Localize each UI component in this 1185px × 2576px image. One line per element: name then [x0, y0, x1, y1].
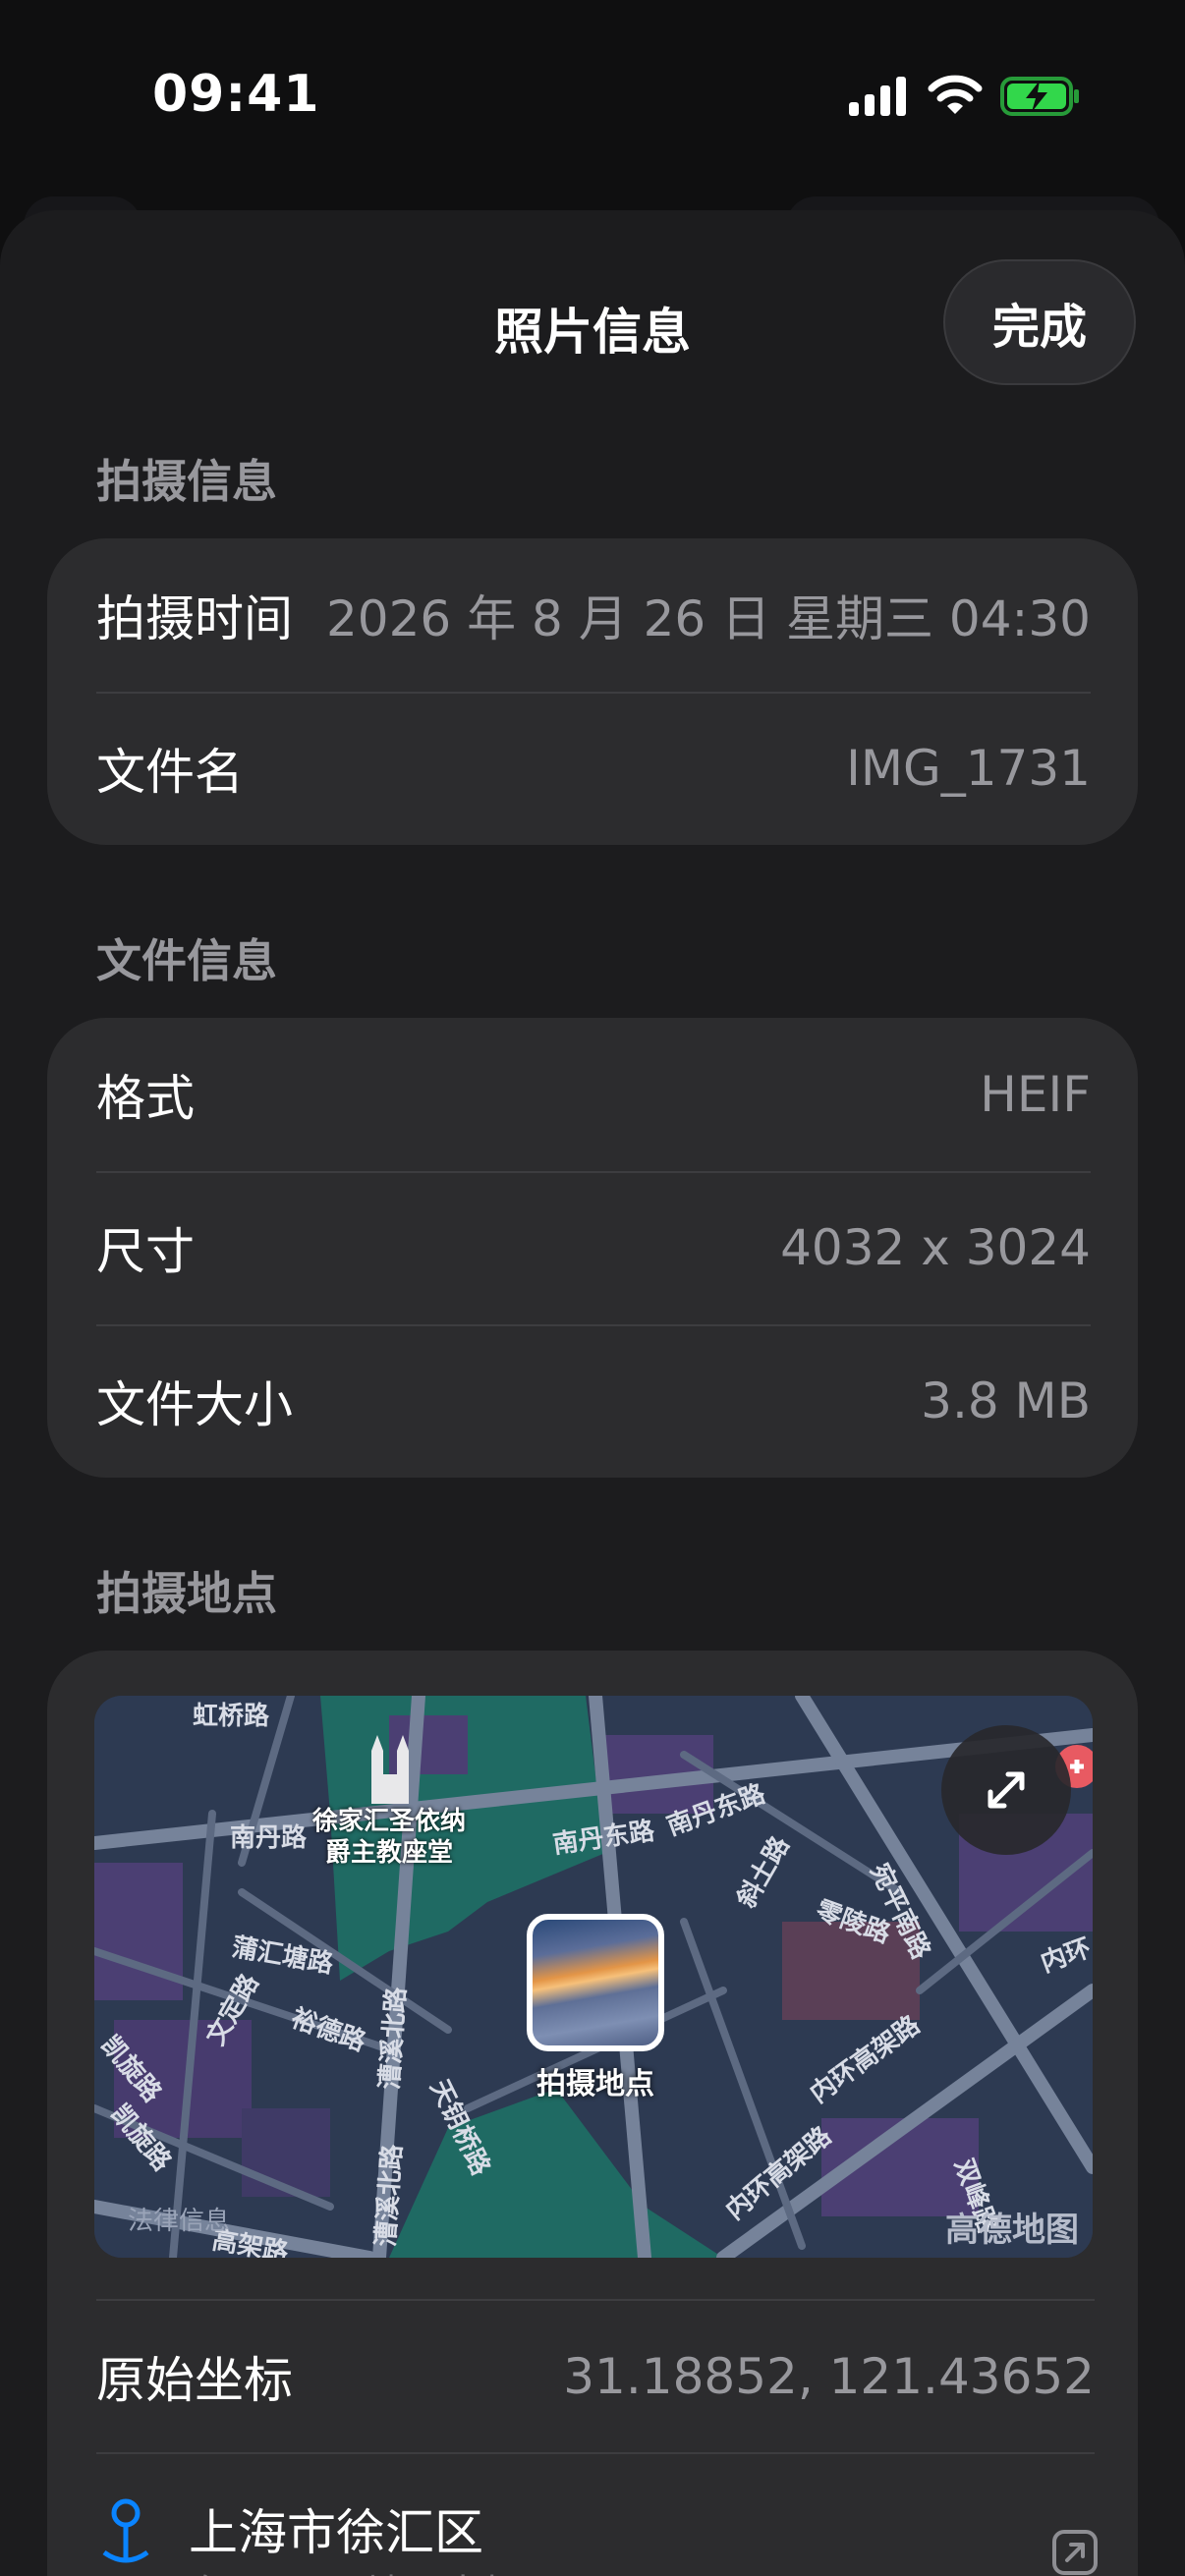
section-header-capture: 拍摄信息 [96, 455, 277, 508]
photo-location-pin[interactable] [527, 1914, 664, 2051]
row-value: 31.18852, 121.43652 [563, 2348, 1095, 2405]
cellular-signal-icon [849, 77, 906, 116]
landmark-label: 徐家汇圣依纳 爵主教座堂 [311, 1807, 466, 1868]
expand-map-button[interactable] [941, 1725, 1071, 1855]
status-bar: 09:41 [0, 0, 1185, 187]
legal-link[interactable]: 法律信息 [128, 2201, 230, 2237]
location-map[interactable]: 虹桥路 南丹路 南丹东路 南丹东路 宛平南路 蒲汇塘路 文定路 裕德路 漕溪北路… [94, 1696, 1093, 2258]
street-label: 虹桥路 [193, 1702, 270, 1731]
wifi-icon [928, 75, 983, 114]
coordinates-row: 原始坐标 31.18852, 121.43652 [96, 2299, 1095, 2452]
section-header-file: 文件信息 [96, 934, 277, 987]
street-label: 漕溪北路 [374, 1986, 413, 2091]
file-name-row: 文件名 IMG_1731 [47, 692, 1138, 845]
capture-info-card: 拍摄时间 2026 年 8 月 26 日 星期三 04:30 文件名 IMG_1… [47, 538, 1138, 845]
screen: 09:41 照片信息 完成 拍摄信息 拍摄时间 2026 年 8 月 26 日 … [0, 0, 1185, 2576]
street-label: 南丹路 [230, 1823, 308, 1853]
dimensions-row: 尺寸 4032 x 3024 [47, 1171, 1138, 1324]
street-label: 漕溪北路 [370, 2143, 409, 2248]
row-label: 格式 [96, 1070, 195, 1127]
location-pin-icon [102, 2498, 149, 2563]
section-header-location: 拍摄地点 [96, 1567, 277, 1620]
row-label: 原始坐标 [96, 2352, 293, 2409]
row-value: HEIF [980, 1066, 1091, 1123]
map-provider-logo: 高德地图 [945, 2211, 1079, 2250]
expand-icon [988, 1771, 1025, 1809]
place-subtitle: 在 Apple 地图中打开 [189, 2562, 561, 2576]
location-card: 虹桥路 南丹路 南丹东路 南丹东路 宛平南路 蒲汇塘路 文定路 裕德路 漕溪北路… [47, 1651, 1138, 2576]
pin-label: 拍摄地点 [536, 2067, 654, 2101]
file-info-card: 格式 HEIF 尺寸 4032 x 3024 文件大小 3.8 MB [47, 1018, 1138, 1478]
row-label: 尺寸 [96, 1223, 195, 1280]
file-size-row: 文件大小 3.8 MB [47, 1324, 1138, 1478]
status-time: 09:41 [152, 65, 320, 124]
row-value: IMG_1731 [846, 740, 1091, 797]
capture-time-row: 拍摄时间 2026 年 8 月 26 日 星期三 04:30 [47, 538, 1138, 692]
row-label: 文件大小 [96, 1376, 293, 1433]
row-label: 文件名 [96, 744, 244, 801]
row-value: 3.8 MB [921, 1372, 1091, 1429]
external-link-icon [1052, 2530, 1098, 2575]
row-label: 拍摄时间 [96, 590, 293, 647]
battery-charging-icon [1000, 77, 1079, 116]
row-value: 2026 年 8 月 26 日 星期三 04:30 [325, 590, 1091, 647]
row-value: 4032 x 3024 [780, 1219, 1091, 1276]
open-in-maps-row[interactable]: 上海市徐汇区 在 Apple 地图中打开 [96, 2452, 1098, 2576]
place-title: 上海市徐汇区 [189, 2504, 483, 2561]
done-button[interactable]: 完成 [943, 259, 1136, 385]
format-row: 格式 HEIF [47, 1018, 1138, 1171]
